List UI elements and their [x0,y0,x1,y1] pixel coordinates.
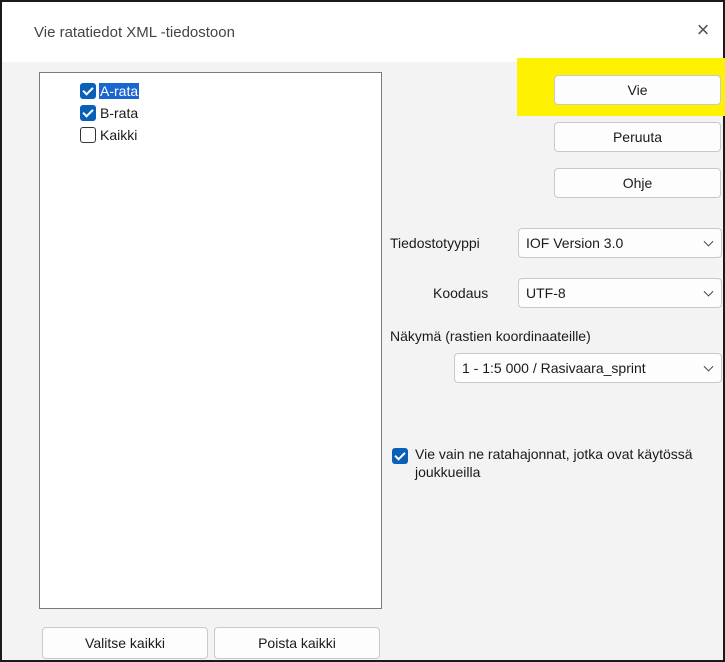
encoding-value: UTF-8 [526,285,566,301]
export-button[interactable]: Vie [554,75,721,105]
deselect-all-button[interactable]: Poista kaikki [214,627,380,659]
list-item-a-rata[interactable]: A-rata [80,81,140,101]
select-all-button[interactable]: Valitse kaikki [42,627,208,659]
chevron-down-icon [703,236,714,247]
view-value: 1 - 1:5 000 / Rasivaara_sprint [462,360,646,376]
list-item-b-rata[interactable]: B-rata [80,103,139,123]
checkbox-kaikki[interactable] [80,127,96,143]
file-type-value: IOF Version 3.0 [526,235,624,251]
list-item-label: A-rata [99,83,140,99]
checkbox-a-rata[interactable] [80,83,96,99]
only-used-label: Vie vain ne ratahajonnat, jotka ovat käy… [415,446,693,480]
only-used-checkbox[interactable] [392,448,408,464]
encoding-label: Koodaus [433,285,489,301]
checkbox-b-rata[interactable] [80,105,96,121]
file-type-label: Tiedostotyyppi [390,235,480,251]
title-bar: Vie ratatiedot XML -tiedostoon × [2,2,723,62]
close-icon[interactable]: × [691,18,715,42]
only-used-option[interactable]: Vie vain ne ratahajonnat, jotka ovat käy… [392,445,712,481]
dialog-title: Vie ratatiedot XML -tiedostoon [34,24,235,41]
cancel-button[interactable]: Peruuta [554,122,721,152]
encoding-select[interactable]: UTF-8 [518,278,722,308]
chevron-down-icon [703,286,714,297]
file-type-select[interactable]: IOF Version 3.0 [518,228,722,258]
view-label: Näkymä (rastien koordinaateille) [390,328,591,344]
course-list[interactable]: A-rata B-rata Kaikki [39,72,382,609]
list-item-kaikki[interactable]: Kaikki [80,125,138,145]
list-item-label: B-rata [100,105,139,121]
list-item-label: Kaikki [100,127,138,143]
view-select[interactable]: 1 - 1:5 000 / Rasivaara_sprint [454,353,722,383]
help-button[interactable]: Ohje [554,168,721,198]
chevron-down-icon [703,361,714,372]
export-dialog: Vie ratatiedot XML -tiedostoon × A-rata … [0,0,725,662]
